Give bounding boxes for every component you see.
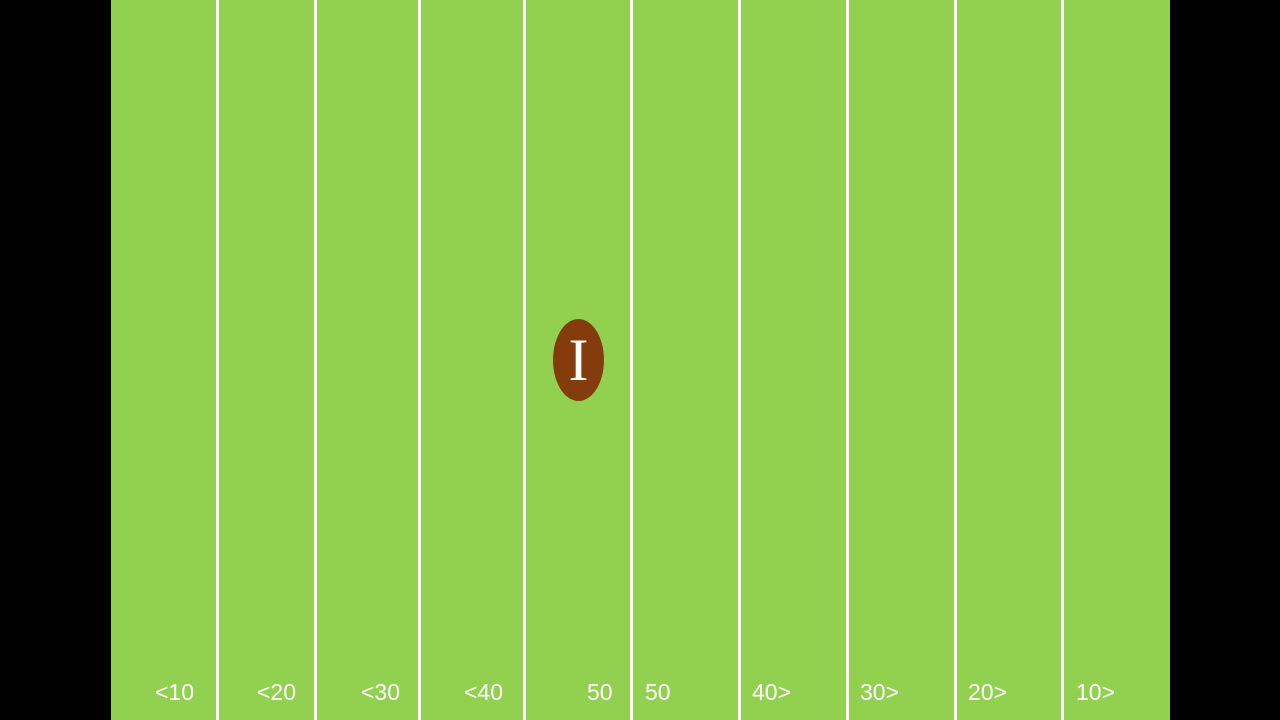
yard-line xyxy=(418,0,421,720)
yard-label-right-10: 10> xyxy=(1076,679,1116,705)
yard-label-left-50: 50 xyxy=(587,679,613,705)
yard-line xyxy=(523,0,526,720)
yard-label-right-50: 50 xyxy=(645,679,671,705)
yard-line xyxy=(954,0,957,720)
yard-line xyxy=(216,0,219,720)
yard-label-right-30: 30> xyxy=(860,679,900,705)
ball-laces: I xyxy=(568,327,589,393)
football-icon[interactable]: I xyxy=(553,319,604,401)
yard-label-right-20: 20> xyxy=(968,679,1008,705)
yard-line-midfield xyxy=(630,0,633,720)
yard-line xyxy=(846,0,849,720)
yard-label-left-20: <20 xyxy=(257,679,297,705)
yard-line xyxy=(1061,0,1064,720)
yard-label-left-30: <30 xyxy=(361,679,401,705)
yard-label-left-10: <10 xyxy=(155,679,195,705)
yard-label-right-40: 40> xyxy=(752,679,792,705)
game-screen: <10 <20 <30 <40 50 50 40> 30> 20> 10> I xyxy=(0,0,1280,720)
football-field xyxy=(111,0,1170,720)
yard-label-left-40: <40 xyxy=(464,679,504,705)
yard-line xyxy=(738,0,741,720)
yard-line xyxy=(314,0,317,720)
